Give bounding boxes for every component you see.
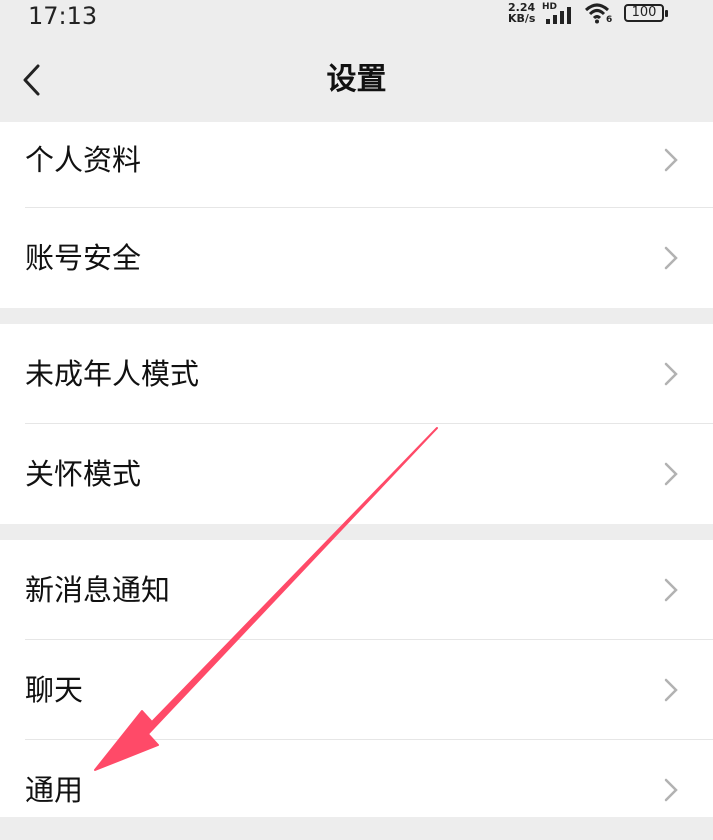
list-item-chat[interactable]: 聊天	[0, 640, 713, 740]
status-time: 17:13	[28, 2, 98, 30]
battery-icon: 100	[624, 4, 664, 22]
list-item-label: 聊天	[25, 673, 84, 707]
settings-group-general: 新消息通知 聊天 通用	[0, 540, 713, 817]
settings-group-modes: 未成年人模式 关怀模式	[0, 324, 713, 524]
chevron-right-icon	[664, 462, 678, 486]
settings-group-account: 个人资料 账号安全	[0, 122, 713, 308]
status-bar: 17:13 2.24 KB/s HD 6 100	[0, 0, 713, 40]
list-item-label: 新消息通知	[25, 573, 171, 607]
list-item-profile[interactable]: 个人资料	[0, 122, 713, 208]
chevron-right-icon	[664, 246, 678, 270]
list-item-minor-mode[interactable]: 未成年人模式	[0, 324, 713, 424]
chevron-right-icon	[664, 578, 678, 602]
page-title: 设置	[326, 62, 387, 97]
wifi-generation: 6	[606, 15, 613, 25]
chevron-right-icon	[664, 148, 678, 172]
net-speed: 2.24 KB/s HD	[508, 2, 557, 25]
list-item-label: 未成年人模式	[25, 357, 200, 391]
chevron-right-icon	[664, 362, 678, 386]
signal-icon	[546, 7, 571, 24]
chevron-right-icon	[664, 678, 678, 702]
battery-tip	[665, 10, 668, 17]
list-item-label: 通用	[25, 773, 84, 807]
list-item-care-mode[interactable]: 关怀模式	[0, 424, 713, 524]
battery-level: 100	[631, 5, 657, 20]
net-speed-unit: KB/s	[508, 12, 536, 25]
nav-bar: 设置	[0, 40, 713, 122]
list-item-account-security[interactable]: 账号安全	[0, 208, 713, 308]
chevron-right-icon	[664, 778, 678, 802]
list-item-label: 账号安全	[25, 241, 142, 275]
list-item-label: 个人资料	[25, 143, 142, 177]
list-item-label: 关怀模式	[25, 457, 142, 491]
list-item-notifications[interactable]: 新消息通知	[0, 540, 713, 640]
list-item-general[interactable]: 通用	[0, 740, 713, 817]
